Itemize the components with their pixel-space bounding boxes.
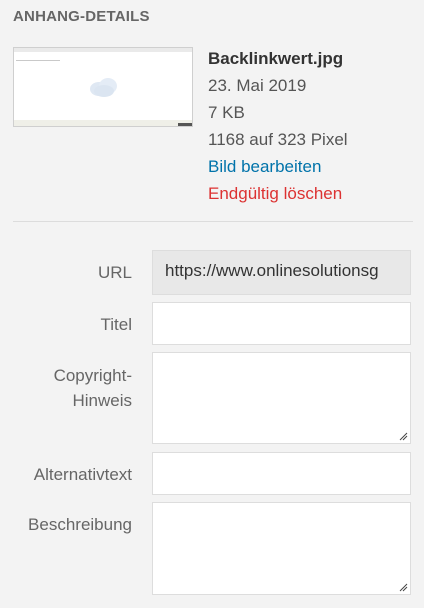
description-textarea[interactable] — [152, 502, 411, 595]
delete-permanently-link[interactable]: Endgültig löschen — [208, 180, 348, 207]
thumbnail-footer-strip — [14, 120, 192, 126]
attachment-dimensions: 1168 auf 323 Pixel — [208, 130, 348, 149]
alt-text-input[interactable] — [152, 452, 411, 495]
section-divider — [13, 221, 413, 222]
section-title: ANHANG-DETAILS — [13, 8, 150, 25]
thumbnail-footer-mark — [178, 123, 192, 126]
edit-image-link[interactable]: Bild bearbeiten — [208, 153, 348, 180]
copyright-label: Copyright- Hinweis — [54, 363, 132, 413]
url-value: https://www.onlinesolutionsg — [165, 261, 379, 280]
copyright-label-line2: Hinweis — [72, 391, 132, 410]
thumbnail-header-strip — [14, 48, 192, 52]
resize-handle-icon[interactable] — [398, 431, 408, 441]
attachment-meta: Backlinkwert.jpg 23. Mai 2019 7 KB 1168 … — [208, 45, 348, 207]
alt-text-label: Alternativtext — [33, 465, 132, 484]
url-label: URL — [97, 263, 132, 282]
thumbnail-text-line — [16, 60, 60, 61]
resize-handle-icon[interactable] — [398, 582, 408, 592]
copyright-textarea[interactable] — [152, 352, 411, 444]
attachment-filename: Backlinkwert.jpg — [208, 49, 344, 68]
title-input[interactable] — [152, 302, 411, 345]
cloud-image-icon — [90, 78, 117, 97]
title-label: Titel — [100, 315, 133, 334]
description-label: Beschreibung — [28, 515, 132, 534]
attachment-filesize: 7 KB — [208, 103, 245, 122]
attachment-thumbnail[interactable] — [13, 47, 193, 127]
url-field[interactable]: https://www.onlinesolutionsg — [152, 250, 411, 295]
copyright-label-line1: Copyright- — [53, 366, 132, 385]
attachment-date: 23. Mai 2019 — [208, 76, 307, 95]
